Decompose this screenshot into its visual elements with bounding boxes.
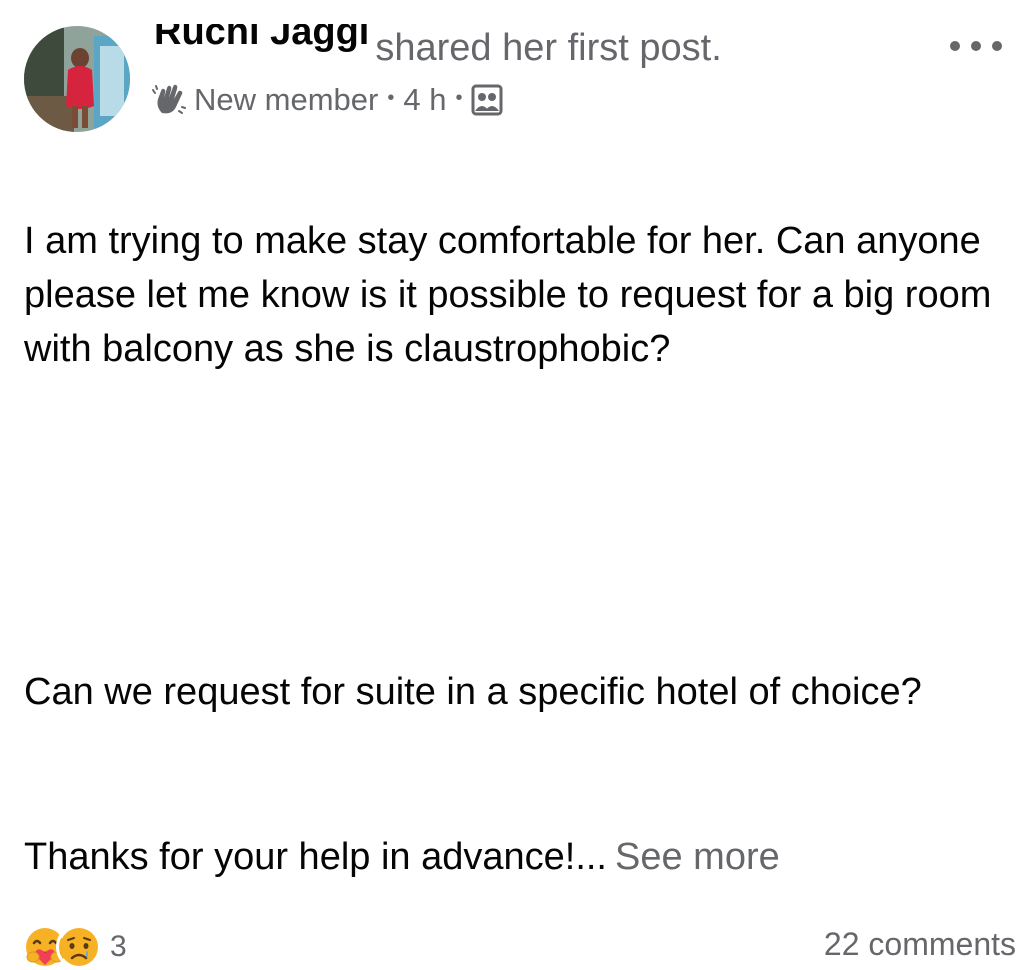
more-dots-icon[interactable] (950, 34, 1002, 58)
post-meta: New member • 4 h • (152, 80, 503, 120)
post-paragraph-text: Thanks for your help in advance!... (24, 836, 607, 878)
reaction-count: 3 (110, 930, 127, 963)
post-timestamp[interactable]: 4 h (403, 82, 446, 118)
feed-post: Ruchi Jaggi shared her first post. New me… (0, 0, 1024, 970)
meta-separator: • (455, 86, 463, 109)
menu-dot (992, 41, 1002, 51)
post-action-text: shared her first post. (375, 27, 722, 69)
sad-emoji-icon (56, 924, 102, 970)
post-header-title: Ruchi Jaggi shared her first post. (154, 24, 722, 72)
author-avatar[interactable] (24, 26, 130, 132)
post-paragraph-last: Thanks for your help in advance!... See m… (24, 830, 1014, 884)
author-name[interactable]: Ruchi Jaggi (154, 24, 369, 56)
see-more-link[interactable]: See more (615, 836, 780, 878)
comments-count-link[interactable]: 22 comments (824, 926, 1016, 963)
menu-dot (971, 41, 981, 51)
reactions-summary[interactable]: 3 (22, 924, 127, 970)
post-paragraph: I am trying to make stay comfortable for… (24, 220, 992, 370)
post-paragraph: Can we request for suite in a specific h… (24, 671, 922, 713)
meta-separator: • (387, 86, 395, 109)
member-badge-label: New member (194, 82, 379, 117)
menu-dot (950, 41, 960, 51)
group-icon (471, 84, 503, 116)
wave-icon (152, 83, 186, 117)
